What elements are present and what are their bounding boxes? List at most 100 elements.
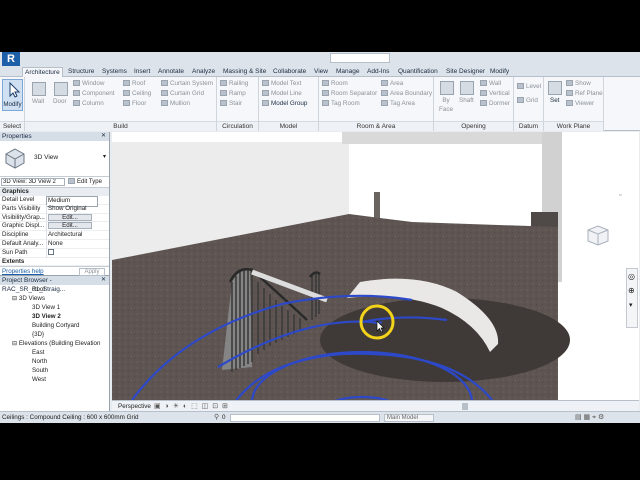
- tab-add-ins[interactable]: Add-Ins: [365, 67, 391, 77]
- scroll-handle[interactable]: [462, 403, 468, 410]
- collapse-icon[interactable]: ⊟: [12, 340, 19, 347]
- property-row: Visibility/Grap... Edit...: [0, 213, 109, 223]
- 3d-viewport[interactable]: ◎ ⊕ ▾ ▫: [112, 132, 639, 400]
- room-separator-button[interactable]: Room Separator: [322, 89, 377, 98]
- roof-button[interactable]: Roof: [123, 79, 145, 88]
- chevron-down-icon[interactable]: ▾: [629, 301, 633, 309]
- tree-item-3d-view-1[interactable]: 3D View 1: [0, 303, 109, 312]
- curtain-system-button[interactable]: Curtain System: [161, 79, 213, 88]
- tree-item-east[interactable]: East: [0, 348, 109, 357]
- visibility-edit-button[interactable]: Edit...: [48, 213, 92, 221]
- tab-architecture[interactable]: Architecture: [22, 67, 63, 77]
- zoom-icon[interactable]: ⊕: [628, 286, 635, 295]
- column-button[interactable]: Column: [73, 99, 104, 108]
- tab-site-designer[interactable]: Site Designer: [444, 67, 487, 77]
- tab-modify[interactable]: Modify: [488, 67, 511, 77]
- door-button[interactable]: Door: [53, 97, 67, 106]
- properties-help-link[interactable]: Properties help: [2, 268, 44, 275]
- chevron-down-icon[interactable]: ▾: [103, 153, 106, 160]
- tab-insert[interactable]: Insert: [132, 67, 152, 77]
- mullion-button[interactable]: Mullion: [161, 99, 190, 108]
- floor-button[interactable]: Floor: [123, 99, 146, 108]
- ramp-button[interactable]: Ramp: [220, 89, 246, 98]
- select-dropdown[interactable]: Select: [0, 121, 24, 131]
- viewer-button[interactable]: Viewer: [566, 99, 594, 108]
- model-group-button[interactable]: Model Group: [262, 99, 307, 108]
- modify-button[interactable]: Modify: [2, 79, 23, 111]
- sun-path-checkbox[interactable]: [48, 248, 54, 255]
- set-work-plane-button[interactable]: Set: [550, 96, 559, 105]
- area-boundary-button[interactable]: Area Boundary: [381, 89, 432, 98]
- worksharing-icon[interactable]: ⚲: [214, 412, 219, 423]
- tab-systems[interactable]: Systems: [100, 67, 129, 77]
- curtain-grid-button[interactable]: Curtain Grid: [161, 89, 204, 98]
- tag-room-button[interactable]: Tag Room: [322, 99, 360, 108]
- graphics-group-header[interactable]: Graphics: [0, 188, 109, 196]
- type-selector[interactable]: 3D View ▾: [0, 141, 109, 177]
- tab-view[interactable]: View: [312, 67, 330, 77]
- close-icon[interactable]: ✕: [101, 276, 106, 285]
- discipline-field[interactable]: Architectural: [46, 231, 98, 240]
- dormer-button[interactable]: Dormer: [480, 99, 510, 108]
- model-text-button[interactable]: Model Text: [262, 79, 301, 88]
- ceiling-button[interactable]: Ceiling: [123, 89, 151, 98]
- vertical-opening-button[interactable]: Vertical: [480, 89, 510, 98]
- view-restore-icon[interactable]: ▫: [619, 192, 621, 199]
- property-row: Discipline Architectural: [0, 231, 109, 240]
- tab-quantification[interactable]: Quantification: [396, 67, 440, 77]
- app-logo[interactable]: R: [2, 52, 20, 66]
- edit-type-icon: [68, 178, 75, 184]
- panel-room-area: Room Room Separator Tag Room Area Area B…: [319, 77, 434, 131]
- edit-type-button[interactable]: Edit Type: [68, 178, 102, 187]
- level-button[interactable]: Level: [517, 82, 541, 91]
- tag-area-button[interactable]: Tag Area: [381, 99, 415, 108]
- wall-opening-button[interactable]: Wall: [480, 79, 501, 88]
- tree-item-north[interactable]: North: [0, 357, 109, 366]
- component-button[interactable]: Component: [73, 89, 115, 98]
- steering-wheel-icon[interactable]: ◎: [628, 272, 635, 281]
- tab-analyze[interactable]: Analyze: [190, 67, 217, 77]
- grid-button[interactable]: Grid: [517, 96, 538, 105]
- property-row: Parts Visibility Show Original: [0, 204, 109, 214]
- parts-visibility-field[interactable]: Show Original: [46, 204, 98, 214]
- tab-annotate[interactable]: Annotate: [156, 67, 186, 77]
- tree-item-building-cortyard[interactable]: Building Cortyard: [0, 321, 109, 330]
- area-button[interactable]: Area: [381, 79, 403, 88]
- tab-massing-site[interactable]: Massing & Site: [221, 67, 268, 77]
- viewer-icon: [566, 100, 573, 106]
- window-button[interactable]: Window: [73, 79, 104, 88]
- tree-item-elevations[interactable]: ⊟ Elevations (Building Elevation: [0, 339, 109, 348]
- tree-item-3d-view-2[interactable]: 3D View 2: [0, 312, 109, 321]
- tab-collaborate[interactable]: Collaborate: [271, 67, 308, 77]
- workset-selector[interactable]: [230, 414, 380, 422]
- apply-button[interactable]: Apply: [79, 268, 105, 277]
- tree-item-south[interactable]: South: [0, 366, 109, 375]
- tab-manage[interactable]: Manage: [334, 67, 362, 77]
- instance-selector[interactable]: 3D View: 3D View 2: [1, 178, 65, 186]
- collapse-icon[interactable]: ⊟: [12, 295, 19, 302]
- tree-item-3d-views[interactable]: ⊟ 3D Views: [0, 294, 109, 303]
- stair-button[interactable]: Stair: [220, 99, 242, 108]
- model-line-button[interactable]: Model Line: [262, 89, 302, 98]
- default-analysis-field[interactable]: None: [46, 239, 98, 249]
- by-face-button[interactable]: By Face: [436, 96, 456, 114]
- close-icon[interactable]: ✕: [101, 132, 106, 141]
- railing-button[interactable]: Railing: [220, 79, 248, 88]
- search-input[interactable]: [330, 53, 390, 63]
- ref-plane-button[interactable]: Ref Plane: [566, 89, 603, 98]
- wall-button[interactable]: Wall: [32, 97, 44, 106]
- tree-item-roof[interactable]: Roof: [0, 285, 109, 294]
- selection-filter-icons[interactable]: ▤ ▦ ⌖ ⚙: [575, 412, 604, 423]
- show-work-plane-button[interactable]: Show: [566, 79, 591, 88]
- tree-item-3d-default[interactable]: {3D}: [0, 330, 109, 339]
- panel-datum: Level Grid Datum: [514, 77, 544, 131]
- view-cube[interactable]: [582, 222, 612, 248]
- type-name: 3D View: [34, 154, 59, 161]
- tree-item-west[interactable]: West: [0, 375, 109, 384]
- extents-group-header[interactable]: Extents: [0, 258, 109, 267]
- shaft-button[interactable]: Shaft: [459, 96, 474, 105]
- design-option-selector[interactable]: Main Model: [384, 414, 434, 422]
- room-button[interactable]: Room: [322, 79, 348, 88]
- tab-structure[interactable]: Structure: [66, 67, 96, 77]
- graphic-display-edit-button[interactable]: Edit...: [48, 222, 92, 230]
